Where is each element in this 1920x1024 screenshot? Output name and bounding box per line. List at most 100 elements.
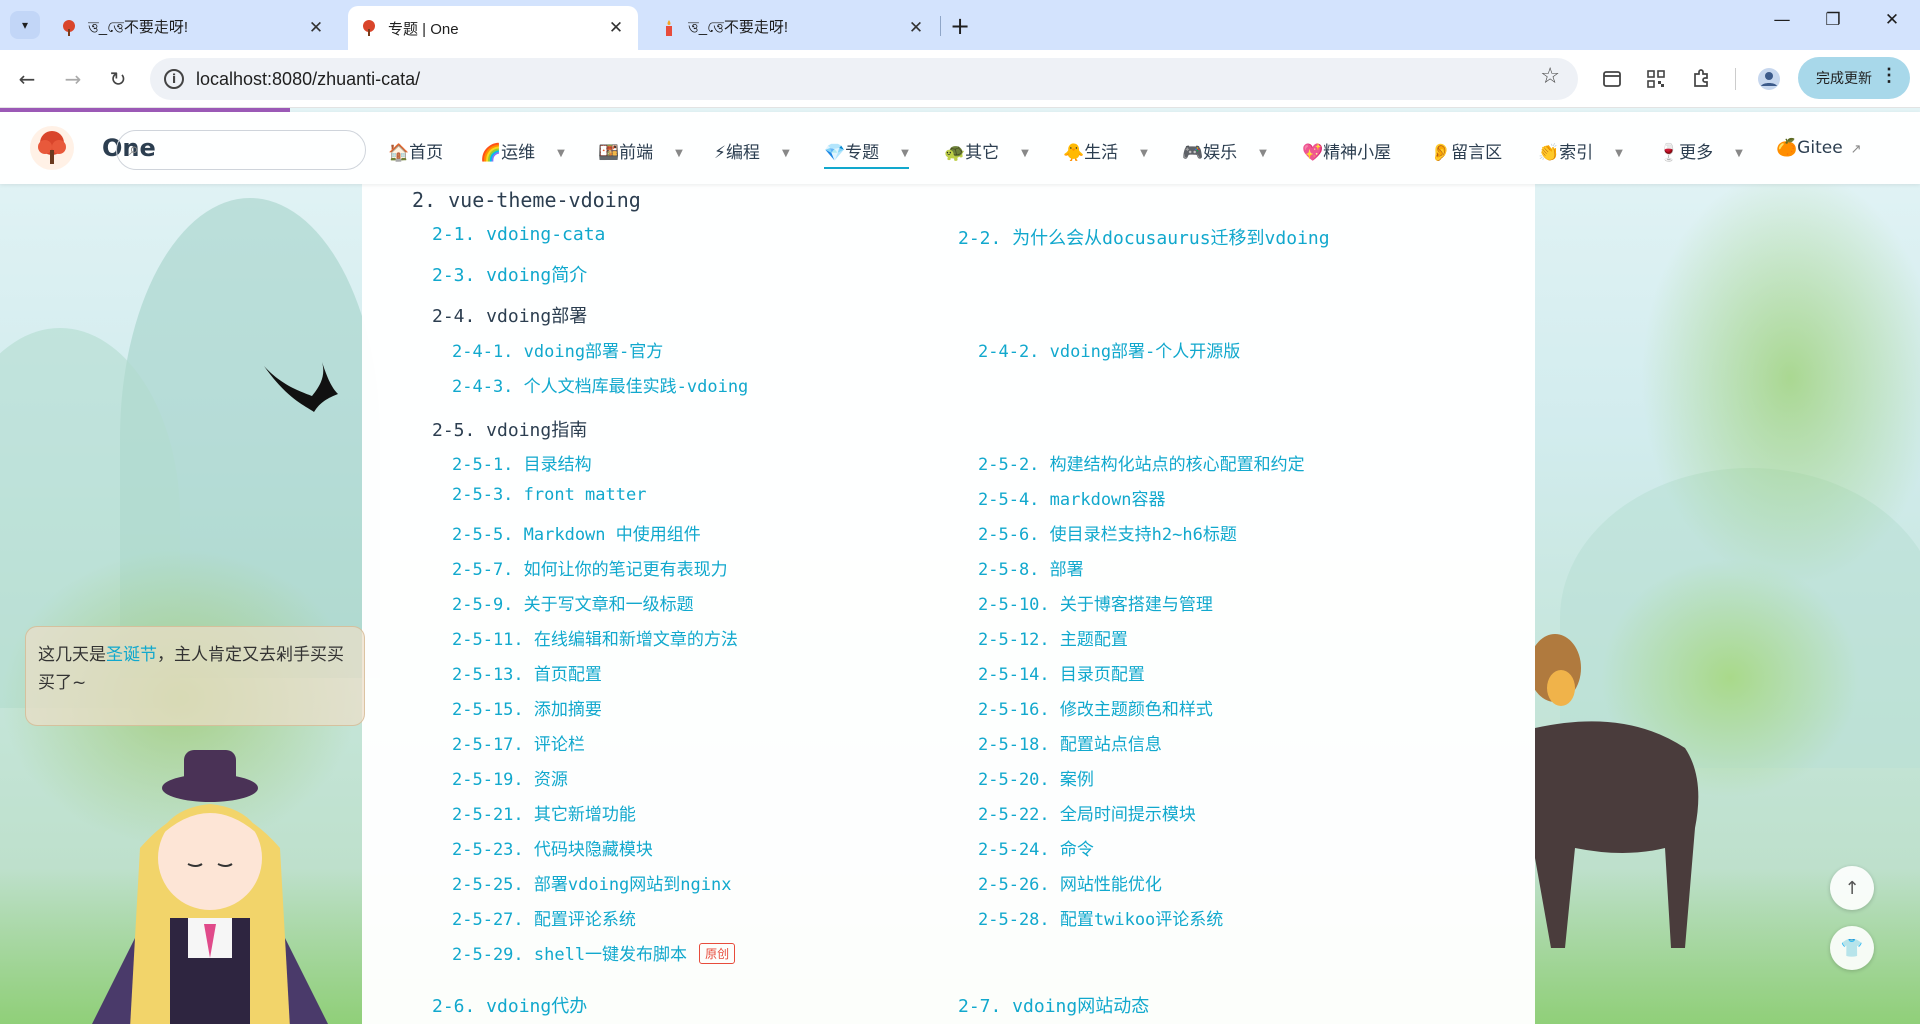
browser-tabbar: ▾ ত্ত_ত্তে不要走呀! ✕ 专题 | One ✕ ত্ত_ত্তে不要走… (0, 0, 1920, 50)
nav-label: 专题 (845, 143, 880, 163)
qr-code-icon[interactable] (1641, 64, 1671, 94)
back-arrow-icon[interactable]: ← (12, 64, 42, 94)
new-tab-icon[interactable]: + (950, 12, 970, 40)
minimize-icon[interactable]: — (1767, 10, 1797, 30)
catalog-link[interactable]: 2-5-7. 如何让你的笔记更有表现力 (452, 555, 728, 580)
site-info-icon[interactable]: i (164, 69, 184, 89)
nav-label: 娱乐 (1203, 143, 1238, 163)
catalog-link[interactable]: 2-5-21. 其它新增功能 (452, 800, 636, 825)
nav-home[interactable]: 🏠首页 (388, 138, 443, 163)
willow-tree (1640, 168, 1920, 588)
website-viewport: One ⌕ 🏠首页 🌈运维 ▼ 🍱前端 ▼ ⚡编程 ▼ 💎专题 ▼ 🐢其它 ▼ 🐥生活 ▼ … (0, 108, 1920, 1024)
catalog-link[interactable]: 2-4-3. 个人文档库最佳实践-vdoing (452, 372, 748, 397)
catalog-content: 2. vue-theme-vdoing 2-1. vdoing-cata 2-2… (362, 184, 1535, 1024)
catalog-link[interactable]: 2-4-1. vdoing部署-官方 (452, 337, 663, 362)
update-button[interactable]: 完成更新 ⋮ (1798, 57, 1910, 99)
catalog-link[interactable]: 2-5-13. 首页配置 (452, 660, 602, 685)
nav-ops[interactable]: 🌈运维 ▼ (480, 138, 565, 163)
catalog-link[interactable]: 2-5-19. 资源 (452, 765, 568, 790)
catalog-link[interactable]: 2-5-24. 命令 (978, 835, 1094, 860)
catalog-link[interactable]: 2-5-17. 评论栏 (452, 730, 585, 755)
close-tab-icon[interactable]: ✕ (306, 18, 326, 38)
close-tab-icon[interactable]: ✕ (606, 18, 626, 38)
nav-other[interactable]: 🐢其它 ▼ (944, 138, 1029, 163)
nav-index[interactable]: 👏索引 ▼ (1538, 138, 1623, 163)
nav-spirit-house[interactable]: 💖精神小屋 (1302, 138, 1391, 163)
catalog-link[interactable]: 2-4-2. vdoing部署-个人开源版 (978, 337, 1240, 362)
section-heading: 2. vue-theme-vdoing (412, 188, 641, 212)
catalog-link[interactable]: 2-5-3. front matter (452, 485, 646, 505)
forward-arrow-icon[interactable]: → (58, 64, 88, 94)
browser-tab-3[interactable]: ত্ত_ত্তে不要走呀! ✕ (648, 6, 938, 50)
nav-label: Gitee (1797, 138, 1843, 158)
tangerine-icon: 🍊 (1776, 138, 1798, 158)
nav-label: 留言区 (1451, 143, 1503, 163)
catalog-link[interactable]: 2-5-20. 案例 (978, 765, 1094, 790)
catalog-link[interactable]: 2-5-2. 构建结构化站点的核心配置和约定 (978, 450, 1305, 475)
close-window-icon[interactable]: ✕ (1877, 10, 1907, 30)
catalog-link[interactable]: 2-5-26. 网站性能优化 (978, 870, 1162, 895)
menu-dots-icon[interactable]: ⋮ (1880, 65, 1898, 86)
game-icon: 🎮 (1182, 143, 1204, 163)
catalog-link[interactable]: 2-5-15. 添加摘要 (452, 695, 602, 720)
nav-guestbook[interactable]: 👂留言区 (1430, 138, 1502, 163)
catalog-link[interactable]: 2-5-22. 全局时间提示模块 (978, 800, 1196, 825)
live2d-character[interactable] (80, 728, 340, 1024)
browser-tab-1[interactable]: ত্ত_ত্তে不要走呀! ✕ (48, 6, 338, 50)
arrow-up-icon[interactable]: ↑ (1830, 866, 1874, 910)
nav-programming[interactable]: ⚡编程 ▼ (714, 138, 790, 163)
catalog-link[interactable]: 2-5-29. shell一键发布脚本 原创 (452, 940, 736, 965)
tab-search-button[interactable]: ▾ (10, 11, 40, 39)
nav-more[interactable]: 🍷更多 ▼ (1658, 138, 1743, 163)
tree-favicon-icon (60, 19, 78, 37)
chevron-down-icon: ▼ (1735, 147, 1743, 159)
restore-icon[interactable]: ❐ (1818, 10, 1848, 30)
shirt-icon[interactable]: 👕 (1830, 926, 1874, 970)
site-navbar: One ⌕ 🏠首页 🌈运维 ▼ 🍱前端 ▼ ⚡编程 ▼ 💎专题 ▼ 🐢其它 ▼ 🐥生活 ▼ … (0, 112, 1920, 184)
profile-avatar-icon[interactable] (1754, 64, 1784, 94)
catalog-link[interactable]: 2-5-9. 关于写文章和一级标题 (452, 590, 694, 615)
catalog-link[interactable]: 2-5-16. 修改主题颜色和样式 (978, 695, 1213, 720)
nav-gitee[interactable]: 🍊Gitee ↗ (1776, 138, 1862, 158)
chevron-down-icon: ▼ (1259, 147, 1267, 159)
catalog-link[interactable]: 2-7. vdoing网站动态 (958, 992, 1149, 1018)
nav-frontend[interactable]: 🍱前端 ▼ (598, 138, 683, 163)
catalog-link[interactable]: 2-5-12. 主题配置 (978, 625, 1128, 650)
catalog-link[interactable]: 2-5-11. 在线编辑和新增文章的方法 (452, 625, 738, 650)
catalog-link[interactable]: 2-2. 为什么会从docusaurus迁移到vdoing (958, 224, 1330, 250)
catalog-link[interactable]: 2-3. vdoing简介 (432, 261, 587, 287)
nav-life[interactable]: 🐥生活 ▼ (1063, 138, 1148, 163)
chevron-down-icon: ▼ (1140, 147, 1148, 159)
catalog-link[interactable]: 2-6. vdoing代办 (432, 992, 587, 1018)
catalog-link[interactable]: 2-5-14. 目录页配置 (978, 660, 1145, 685)
update-label: 完成更新 (1816, 70, 1872, 86)
catalog-link[interactable]: 2-5-28. 配置twikoo评论系统 (978, 905, 1223, 930)
catalog-link[interactable]: 2-5-6. 使目录栏支持h2~h6标题 (978, 520, 1237, 545)
catalog-link[interactable]: 2-5-27. 配置评论系统 (452, 905, 636, 930)
message-highlight[interactable]: 圣诞节 (106, 645, 157, 665)
address-bar[interactable]: i localhost:8080/zhuanti-cata/ ☆ (150, 58, 1578, 100)
subsection-heading: 2-4. vdoing部署 (432, 306, 588, 327)
catalog-link[interactable]: 2-5-10. 关于博客搭建与管理 (978, 590, 1213, 615)
site-search-input[interactable]: ⌕ (116, 130, 366, 170)
extensions-icon[interactable] (1686, 64, 1716, 94)
url-text[interactable]: localhost:8080/zhuanti-cata/ (196, 69, 420, 90)
chevron-down-icon: ▼ (557, 147, 565, 159)
close-tab-icon[interactable]: ✕ (906, 18, 926, 38)
catalog-link[interactable]: 2-5-25. 部署vdoing网站到nginx (452, 870, 731, 895)
bookmark-star-icon[interactable]: ☆ (1540, 64, 1560, 89)
catalog-link[interactable]: 2-5-4. markdown容器 (978, 485, 1166, 510)
catalog-link[interactable]: 2-5-8. 部署 (978, 555, 1084, 580)
reading-mode-icon[interactable] (1597, 64, 1627, 94)
catalog-link[interactable]: 2-1. vdoing-cata (432, 224, 605, 245)
catalog-link[interactable]: 2-5-18. 配置站点信息 (978, 730, 1162, 755)
catalog-link[interactable]: 2-5-1. 目录结构 (452, 450, 592, 475)
reload-icon[interactable]: ↻ (103, 64, 133, 94)
nav-entertainment[interactable]: 🎮娱乐 ▼ (1182, 138, 1267, 163)
tab-title: ত্ত_ত্তে不要走呀! (88, 18, 189, 36)
site-logo[interactable] (30, 126, 74, 170)
catalog-link[interactable]: 2-5-23. 代码块隐藏模块 (452, 835, 653, 860)
nav-topics[interactable]: 💎专题 ▼ (824, 138, 909, 169)
browser-tab-2[interactable]: 专题 | One ✕ (348, 6, 638, 50)
catalog-link[interactable]: 2-5-5. Markdown 中使用组件 (452, 520, 701, 545)
